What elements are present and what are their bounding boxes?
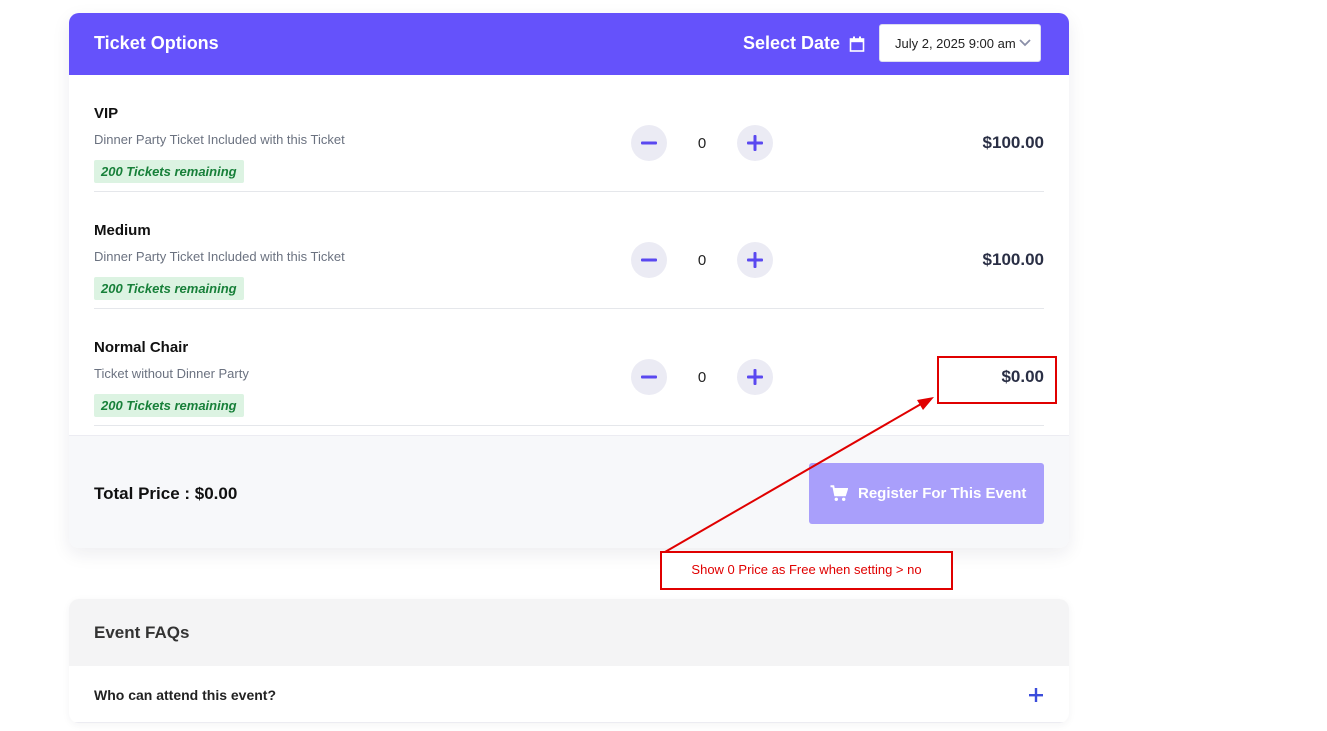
ticket-name: VIP: [94, 105, 119, 122]
ticket-options-title: Ticket Options: [94, 33, 219, 53]
ticket-price: $100.00: [982, 250, 1044, 269]
ticket-row: Medium Dinner Party Ticket Included with…: [94, 192, 1044, 309]
decrease-quantity-button[interactable]: [631, 359, 667, 395]
ticket-row: VIP Dinner Party Ticket Included with th…: [94, 75, 1044, 192]
price-highlight-box: [937, 356, 1057, 404]
ticket-name: Normal Chair: [94, 339, 189, 356]
ticket-price: $100.00: [982, 133, 1044, 152]
increase-quantity-button[interactable]: [737, 125, 773, 161]
register-button-label: Register For This Event: [858, 485, 1027, 502]
minus-icon: [641, 141, 657, 145]
annotation-note-box: Show 0 Price as Free when setting > no: [660, 551, 953, 590]
date-select-value: July 2, 2025 9:00 am: [895, 36, 1016, 51]
total-price: Total Price : $0.00: [94, 484, 238, 503]
minus-icon: [641, 375, 657, 379]
ticket-options-card: Ticket Options Select Date July 2, 2025 …: [69, 13, 1069, 548]
plus-icon[interactable]: [1029, 688, 1043, 702]
faq-divider: [69, 722, 1069, 723]
ticket-quantity: 0: [697, 252, 707, 269]
faq-header: Event FAQs: [69, 599, 1069, 666]
ticket-quantity: 0: [697, 135, 707, 152]
calendar-icon: [849, 36, 865, 52]
increase-quantity-button[interactable]: [737, 242, 773, 278]
tickets-remaining-badge: 200 Tickets remaining: [94, 394, 244, 417]
ticket-options-header: Ticket Options Select Date July 2, 2025 …: [69, 13, 1069, 75]
event-faqs-section: Event FAQs Who can attend this event?: [69, 599, 1069, 723]
tickets-remaining-badge: 200 Tickets remaining: [94, 277, 244, 300]
ticket-row: Normal Chair Ticket without Dinner Party…: [94, 309, 1044, 426]
plus-icon: [747, 252, 763, 268]
plus-icon: [747, 369, 763, 385]
decrease-quantity-button[interactable]: [631, 242, 667, 278]
ticket-description: Dinner Party Ticket Included with this T…: [94, 132, 345, 147]
select-date-label: Select Date: [743, 33, 841, 53]
ticket-quantity: 0: [697, 369, 707, 386]
faq-title: Event FAQs: [94, 623, 190, 642]
register-button[interactable]: Register For This Event: [809, 463, 1044, 524]
faq-question[interactable]: Who can attend this event?: [94, 687, 276, 703]
tickets-remaining-badge: 200 Tickets remaining: [94, 160, 244, 183]
ticket-name: Medium: [94, 222, 151, 239]
plus-icon: [747, 135, 763, 151]
annotation-note: Show 0 Price as Free when setting > no: [691, 562, 922, 577]
decrease-quantity-button[interactable]: [631, 125, 667, 161]
date-select[interactable]: July 2, 2025 9:00 am: [879, 24, 1041, 62]
increase-quantity-button[interactable]: [737, 359, 773, 395]
chevron-down-icon: [1019, 39, 1031, 47]
cart-icon: [830, 485, 848, 501]
ticket-description: Dinner Party Ticket Included with this T…: [94, 249, 345, 264]
row-divider: [94, 425, 1044, 426]
minus-icon: [641, 258, 657, 262]
ticket-description: Ticket without Dinner Party: [94, 366, 249, 381]
ticket-footer: Total Price : $0.00 Register For This Ev…: [69, 435, 1069, 548]
